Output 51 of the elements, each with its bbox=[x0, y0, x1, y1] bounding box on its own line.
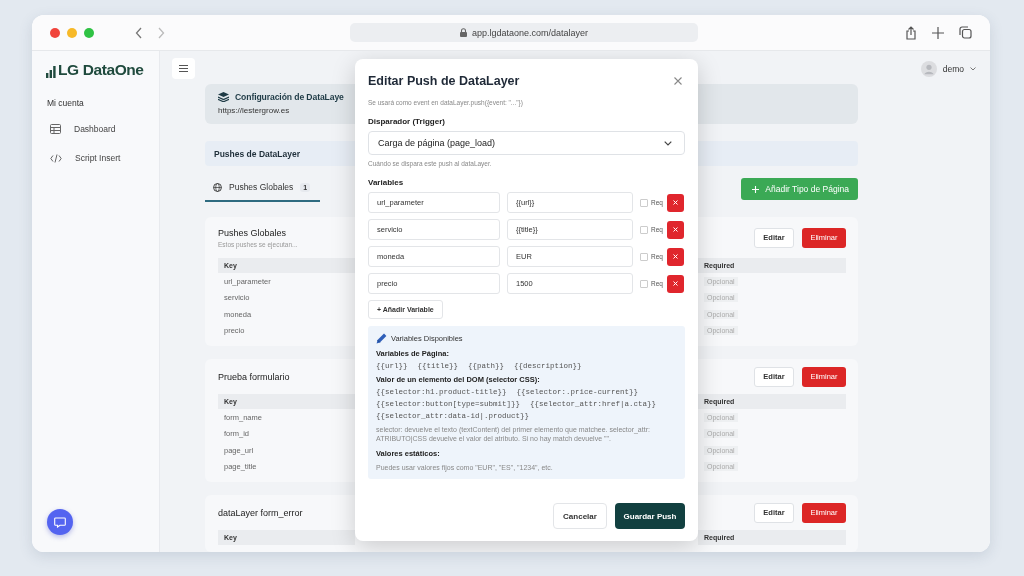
layers-icon bbox=[218, 92, 229, 102]
plus-icon bbox=[752, 185, 760, 193]
required-checkbox[interactable] bbox=[640, 198, 648, 207]
plus-icon[interactable] bbox=[932, 26, 944, 39]
globe-icon bbox=[213, 182, 222, 192]
remove-variable-button[interactable] bbox=[667, 247, 684, 266]
section-title: Pushes de DataLayer bbox=[214, 148, 300, 159]
bars-logo-icon bbox=[46, 66, 56, 78]
close-window-button[interactable] bbox=[50, 27, 60, 38]
chat-button[interactable] bbox=[47, 509, 73, 535]
remove-variable-button[interactable] bbox=[667, 274, 684, 293]
card-title: dataLayer form_error bbox=[218, 507, 304, 518]
user-name[interactable]: demo bbox=[942, 63, 964, 74]
tabs-icon[interactable] bbox=[959, 26, 972, 39]
trigger-select[interactable]: Carga de página (page_load) bbox=[368, 131, 685, 155]
chevron-down-icon bbox=[664, 140, 672, 146]
chat-icon bbox=[54, 516, 66, 528]
close-icon bbox=[673, 227, 678, 232]
sidebar-heading: Mi cuenta bbox=[47, 98, 85, 108]
close-icon bbox=[673, 200, 678, 205]
menu-button[interactable] bbox=[172, 58, 195, 79]
logo: LG DataOne bbox=[58, 62, 144, 78]
card-title: Pushes Globales bbox=[218, 227, 288, 238]
maximize-window-button[interactable] bbox=[84, 27, 94, 38]
dialog-title: Editar Push de DataLayer bbox=[368, 74, 520, 88]
required-checkbox[interactable] bbox=[640, 279, 648, 288]
address-bar[interactable]: app.lgdataone.com/datalayer bbox=[350, 23, 698, 42]
close-icon bbox=[673, 281, 678, 286]
field-label: Disparador (Trigger) bbox=[368, 117, 446, 126]
site-url: https://lestergrow.es bbox=[218, 106, 291, 115]
pencil-icon bbox=[376, 333, 387, 344]
lock-icon bbox=[459, 28, 467, 37]
remove-variable-button[interactable] bbox=[667, 220, 684, 239]
table-icon bbox=[50, 124, 61, 134]
close-icon bbox=[673, 254, 678, 259]
back-icon[interactable] bbox=[135, 26, 143, 39]
close-icon[interactable] bbox=[674, 77, 682, 85]
share-icon[interactable] bbox=[905, 25, 917, 40]
page-title: Configuración de DataLaye bbox=[235, 92, 344, 102]
required-checkbox[interactable] bbox=[640, 225, 648, 234]
required-checkbox[interactable] bbox=[640, 252, 648, 261]
menu-icon bbox=[179, 65, 188, 72]
field-label: Variables bbox=[368, 178, 405, 187]
save-button[interactable]: Guardar Push bbox=[615, 503, 685, 529]
cancel-button[interactable]: Cancelar bbox=[553, 503, 607, 529]
remove-variable-button[interactable] bbox=[667, 193, 684, 212]
sidebar-item[interactable]: Dashboard bbox=[50, 124, 159, 134]
card-title: Prueba formulario bbox=[218, 371, 291, 382]
sidebar-item[interactable]: Script Insert bbox=[50, 153, 159, 163]
code-icon bbox=[50, 153, 62, 163]
caret-icon[interactable] bbox=[970, 66, 976, 71]
